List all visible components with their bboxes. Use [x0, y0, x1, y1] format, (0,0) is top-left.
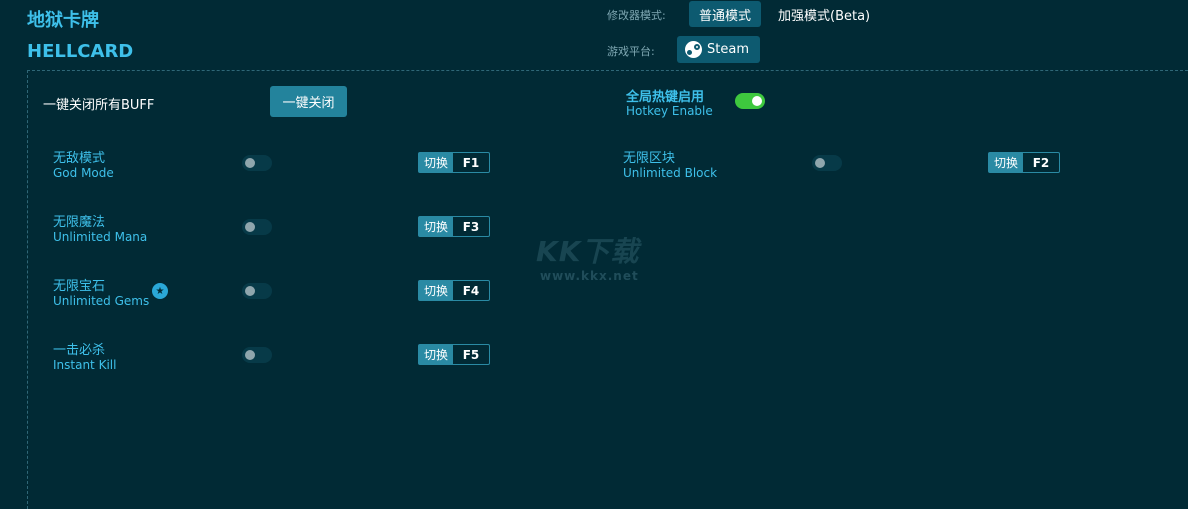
- toggle-knob: [245, 222, 255, 232]
- close-all-buff-label: 一键关闭所有BUFF: [43, 98, 155, 113]
- cheat-unlimited-block-label-en: Unlimited Block: [623, 166, 718, 180]
- hotkey-switch-label: 切换: [989, 153, 1023, 172]
- toggle-knob: [245, 286, 255, 296]
- game-title-en: HELLCARD: [27, 41, 134, 62]
- platform-label: 游戏平台:: [607, 45, 655, 58]
- steam-platform-button[interactable]: Steam: [677, 36, 760, 63]
- watermark-url: www.kkx.net: [540, 269, 639, 283]
- toggle-knob: [752, 96, 762, 106]
- cheat-unlimited-mana-label-en: Unlimited Mana: [53, 230, 148, 244]
- cheat-unlimited-gems-label-en: Unlimited Gems: [53, 294, 150, 308]
- toggle-knob: [245, 158, 255, 168]
- cheat-unlimited-block-label-cn: 无限区块: [623, 151, 676, 166]
- hotkey-key: F5: [462, 347, 480, 362]
- close-all-button[interactable]: 一键关闭: [270, 86, 347, 117]
- hotkey-enable-label-cn: 全局热键启用: [626, 90, 705, 105]
- cheat-god-mode-label-en: God Mode: [53, 166, 114, 180]
- hotkey-switch-label: 切换: [419, 153, 453, 172]
- hotkey-switch-label: 切换: [419, 281, 453, 300]
- mode-normal-button[interactable]: 普通模式: [689, 1, 761, 27]
- toggle-knob: [245, 350, 255, 360]
- steam-icon: [685, 41, 702, 58]
- cheat-unlimited-block-hotkey[interactable]: 切换 F2: [988, 152, 1060, 173]
- toggle-knob: [815, 158, 825, 168]
- hotkey-key: F1: [462, 155, 480, 170]
- cheat-unlimited-gems-label-cn: 无限宝石: [53, 279, 106, 294]
- game-title-cn: 地狱卡牌: [27, 10, 99, 31]
- cheat-instant-kill-hotkey[interactable]: 切换 F5: [418, 344, 490, 365]
- cheat-instant-kill-label-cn: 一击必杀: [53, 343, 106, 358]
- cheat-unlimited-mana-hotkey[interactable]: 切换 F3: [418, 216, 490, 237]
- cheat-unlimited-gems-hotkey[interactable]: 切换 F4: [418, 280, 490, 301]
- watermark-logo: KK下载: [536, 235, 640, 268]
- cheat-unlimited-mana-toggle[interactable]: [242, 219, 272, 235]
- hotkey-key: F2: [1032, 155, 1050, 170]
- hotkey-key: F4: [462, 283, 480, 298]
- hotkey-switch-label: 切换: [419, 345, 453, 364]
- star-badge-icon: ★: [152, 283, 168, 299]
- hotkey-enable-label-en: Hotkey Enable: [626, 104, 713, 118]
- cheat-god-mode-label-cn: 无敌模式: [53, 151, 106, 166]
- cheat-unlimited-gems-toggle[interactable]: [242, 283, 272, 299]
- hotkey-switch-label: 切换: [419, 217, 453, 236]
- cheat-unlimited-block-toggle[interactable]: [812, 155, 842, 171]
- cheat-instant-kill-label-en: Instant Kill: [53, 358, 117, 372]
- mode-label: 修改器模式:: [607, 9, 666, 22]
- cheat-god-mode-hotkey[interactable]: 切换 F1: [418, 152, 490, 173]
- hotkey-key: F3: [462, 219, 480, 234]
- cheat-unlimited-mana-label-cn: 无限魔法: [53, 215, 106, 230]
- mode-enhanced-button[interactable]: 加强模式(Beta): [770, 1, 882, 27]
- cheat-panel: [27, 70, 1188, 509]
- hotkey-enable-toggle[interactable]: [735, 93, 765, 109]
- cheat-god-mode-toggle[interactable]: [242, 155, 272, 171]
- steam-label: Steam: [707, 42, 749, 57]
- cheat-instant-kill-toggle[interactable]: [242, 347, 272, 363]
